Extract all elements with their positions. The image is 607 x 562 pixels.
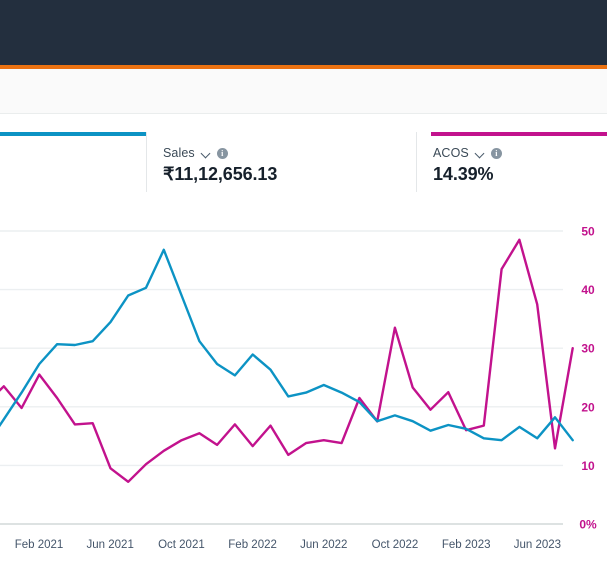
app-header-bar (0, 0, 607, 65)
metric-card-accent-clipped (0, 132, 146, 136)
chart-svg: 0%1020304050 Feb 2021 Jun 2021 Oct 2021 Feb… (0, 225, 597, 551)
metric-card-sales[interactable]: Sales i ₹11,12,656.13 (147, 132, 417, 192)
x-axis-tick-label: Feb 2021 (15, 539, 64, 551)
metric-card-row: Sales i ₹11,12,656.13 ACOS i 14.39% (0, 132, 607, 192)
x-axis-tick-label: Oct 2022 (372, 539, 419, 551)
x-axis-tick-label: Feb 2022 (228, 539, 277, 551)
x-axis-tick-label: Jun 2023 (514, 539, 561, 551)
x-axis-tick-label: Feb 2023 (442, 539, 491, 551)
info-icon[interactable]: i (490, 148, 502, 159)
metric-label-row-sales: Sales i (163, 146, 416, 161)
metric-card-acos[interactable]: ACOS i 14.39% (417, 132, 607, 192)
chart-right-axis-labels: 0% 10 20 30 40 50 (579, 225, 597, 532)
chevron-down-icon[interactable] (201, 149, 211, 159)
y-axis-tick-label: 10 (581, 459, 595, 473)
y-axis-tick-label: 20 (581, 400, 595, 414)
metric-value-sales: ₹11,12,656.13 (163, 164, 278, 184)
y-axis-tick-label: 50 (581, 225, 595, 239)
screenshot-root: Sales i ₹11,12,656.13 ACOS i 14.39% 0% 10… (0, 0, 607, 562)
x-axis-tick-label: Jun 2021 (87, 539, 134, 551)
metric-value-acos: 14.39% (433, 164, 494, 184)
chevron-down-icon[interactable] (475, 149, 485, 159)
metric-label-sales: Sales (163, 146, 195, 160)
x-axis-tick-label: Jun 2022 (300, 539, 347, 551)
chart-series-group (0, 238, 574, 483)
metric-card-accent-sales (147, 132, 416, 136)
chart-line-acos (0, 238, 574, 483)
y-axis-tick-label: 30 (581, 342, 595, 356)
y-axis-tick-label: 40 (581, 283, 595, 297)
metric-card-accent-acos (431, 132, 607, 136)
content-gap-strip (0, 115, 607, 132)
performance-chart: 0% 10 20 30 40 50 Feb 2021 Jun 2021 Oct 2021 Feb… (0, 192, 607, 562)
metric-label-acos: ACOS (433, 146, 469, 160)
x-axis-tick-label: Oct 2021 (158, 539, 205, 551)
secondary-toolbar (0, 69, 607, 114)
chart-gridlines (0, 230, 563, 525)
metric-label-row-acos: ACOS i (433, 146, 607, 161)
chart-x-axis-labels: Feb 2021 Jun 2021 Oct 2021 Feb 2022 Jun 2022… (15, 539, 561, 551)
metric-card-clipped[interactable] (0, 132, 147, 192)
y-axis-tick-label: 0% (579, 518, 597, 532)
info-icon[interactable]: i (216, 148, 228, 159)
